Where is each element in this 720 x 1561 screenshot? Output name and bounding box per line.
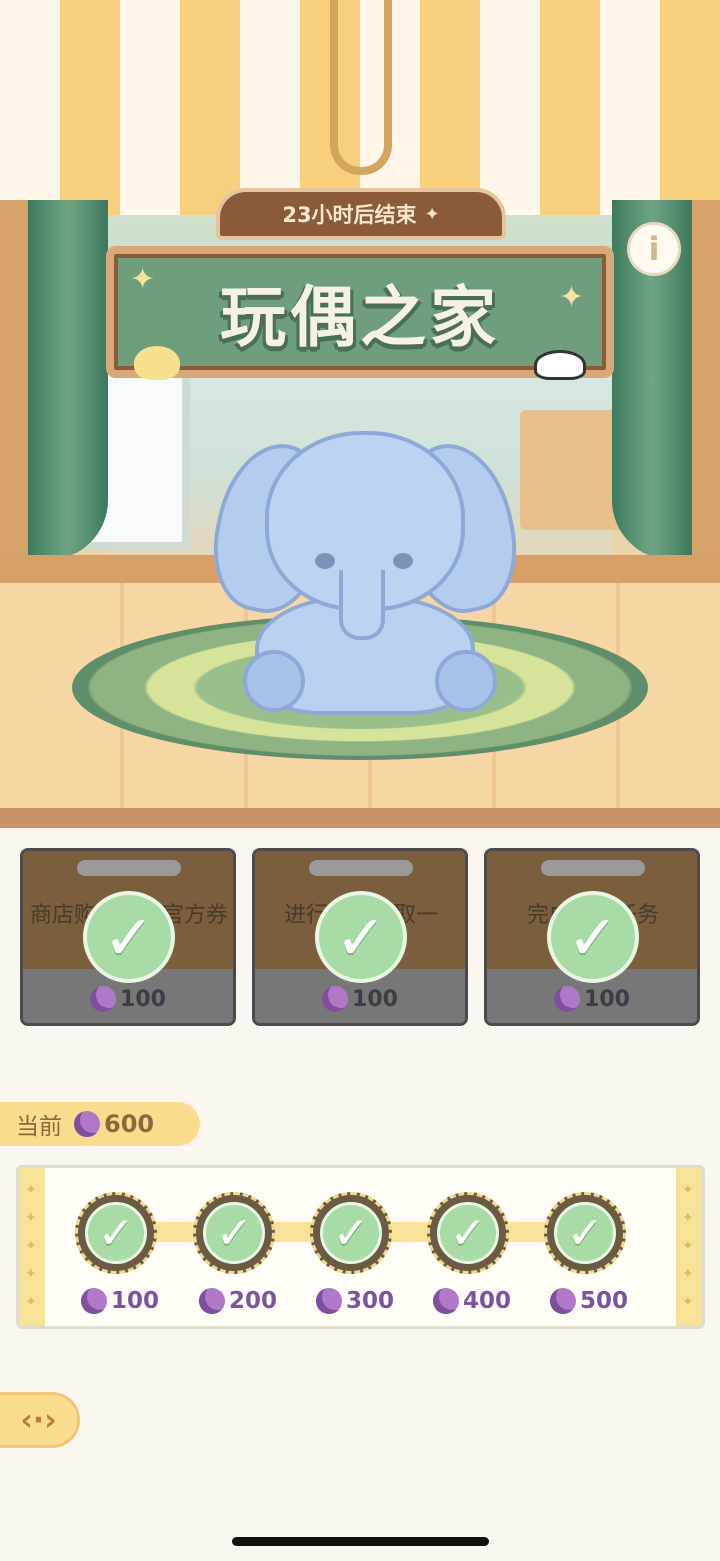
milestone-value: 500 bbox=[579, 1288, 628, 1314]
milestone-reward: 100 bbox=[65, 1288, 175, 1314]
title-board: ✦ ✦ 玩偶之家 bbox=[106, 246, 614, 380]
sparkle-icon: ✦ bbox=[682, 1210, 694, 1226]
moon-currency-icon bbox=[80, 1288, 107, 1314]
sparkle-icon: ✦ bbox=[558, 280, 584, 315]
milestone-badge: ✓ bbox=[427, 1192, 509, 1274]
elephant-foot-right bbox=[435, 650, 497, 712]
check-icon: ✓ bbox=[83, 891, 175, 983]
current-points-bar: 当前 600 bbox=[0, 1102, 200, 1146]
info-icon: i bbox=[648, 230, 660, 268]
milestone-edge-right: ✦ ✦ ✦ ✦ ✦ bbox=[676, 1168, 702, 1326]
check-icon: ✓ bbox=[437, 1202, 499, 1264]
task-card[interactable]: 商店购买高级官方券 100 ✓ bbox=[20, 848, 236, 1026]
moon-currency-icon bbox=[554, 986, 581, 1012]
milestone-badge: ✓ bbox=[193, 1192, 275, 1274]
frame-right bbox=[692, 200, 720, 580]
sparkle-icon: ✦ bbox=[25, 1182, 37, 1198]
sign-rope bbox=[330, 0, 392, 175]
milestone-badge: ✓ bbox=[310, 1192, 392, 1274]
back-arrow-icon: ‹·› bbox=[20, 1402, 57, 1438]
check-icon: ✓ bbox=[85, 1202, 147, 1264]
hero-scene: 23小时后结束 ✦ ✦ ✦ 玩偶之家 i bbox=[0, 0, 720, 828]
back-button[interactable]: ‹·› bbox=[0, 1392, 80, 1448]
task-reward-value: 100 bbox=[120, 986, 166, 1012]
sparkle-icon: ✦ bbox=[130, 262, 156, 297]
current-value: 600 bbox=[104, 1110, 155, 1138]
curtain-left bbox=[28, 200, 108, 560]
milestone-item[interactable]: ✓ 400 bbox=[423, 1188, 513, 1328]
moon-currency-icon bbox=[74, 1111, 100, 1137]
elephant-trunk bbox=[339, 570, 385, 640]
milestone-badge: ✓ bbox=[75, 1192, 157, 1274]
task-card[interactable]: 完成活动任务 100 ✓ bbox=[484, 848, 700, 1026]
event-title: 玩偶之家 bbox=[220, 279, 500, 356]
milestone-item[interactable]: ✓ 200 bbox=[189, 1188, 279, 1328]
milestone-item[interactable]: ✓ 300 bbox=[306, 1188, 396, 1328]
check-icon: ✓ bbox=[547, 891, 639, 983]
task-tab bbox=[309, 860, 413, 876]
elephant-plush[interactable] bbox=[200, 425, 530, 725]
elephant-eye-right bbox=[393, 553, 413, 569]
milestone-badge: ✓ bbox=[544, 1192, 626, 1274]
milestone-value: 200 bbox=[228, 1288, 277, 1314]
timer-text: 23小时后结束 bbox=[282, 203, 417, 227]
elephant-foot-left bbox=[243, 650, 305, 712]
sparkle-icon: ✦ bbox=[682, 1294, 694, 1310]
moon-currency-icon bbox=[315, 1288, 342, 1314]
milestone-reward: 200 bbox=[183, 1288, 293, 1314]
panda-decoration bbox=[534, 350, 586, 380]
title-sign: 23小时后结束 ✦ ✦ ✦ 玩偶之家 bbox=[106, 180, 614, 380]
frame-left bbox=[0, 200, 28, 580]
moon-currency-icon bbox=[432, 1288, 459, 1314]
task-tab bbox=[541, 860, 645, 876]
task-tab bbox=[77, 860, 181, 876]
task-reward-value: 100 bbox=[352, 986, 398, 1012]
milestone-reward: 400 bbox=[417, 1288, 527, 1314]
floor-edge bbox=[0, 808, 720, 828]
milestone-item[interactable]: ✓ 100 bbox=[71, 1188, 161, 1328]
task-card[interactable]: 进行装扮领取一 100 ✓ bbox=[252, 848, 468, 1026]
info-button[interactable]: i bbox=[627, 222, 681, 276]
sparkle-icon: ✦ bbox=[25, 1294, 37, 1310]
milestone-edge-left: ✦ ✦ ✦ ✦ ✦ bbox=[19, 1168, 45, 1326]
milestone-value: 100 bbox=[110, 1288, 159, 1314]
elephant-eye-left bbox=[315, 553, 335, 569]
sparkle-icon: ✦ bbox=[682, 1182, 694, 1198]
timer-plate: 23小时后结束 ✦ bbox=[216, 188, 506, 240]
milestone-reward: 500 bbox=[534, 1288, 644, 1314]
chick-decoration bbox=[134, 346, 180, 380]
check-icon: ✓ bbox=[320, 1202, 382, 1264]
current-label: 当前 bbox=[16, 1114, 62, 1140]
moon-currency-icon bbox=[549, 1288, 576, 1314]
sparkle-icon: ✦ bbox=[682, 1266, 694, 1282]
milestone-value: 400 bbox=[462, 1288, 511, 1314]
milestone-value: 300 bbox=[345, 1288, 394, 1314]
check-icon: ✓ bbox=[554, 1202, 616, 1264]
milestone-item[interactable]: ✓ 500 bbox=[540, 1188, 630, 1328]
task-list: 商店购买高级官方券 100 ✓ 进行装扮领取一 100 ✓ 完成活动任务 100… bbox=[20, 848, 700, 1026]
milestone-reward: 300 bbox=[300, 1288, 410, 1314]
check-icon: ✓ bbox=[315, 891, 407, 983]
check-icon: ✓ bbox=[203, 1202, 265, 1264]
sparkle-icon: ✦ bbox=[682, 1238, 694, 1254]
moon-currency-icon bbox=[198, 1288, 225, 1314]
home-indicator[interactable] bbox=[232, 1537, 489, 1546]
sparkle-icon: ✦ bbox=[25, 1266, 37, 1282]
sparkle-icon: ✦ bbox=[424, 203, 440, 225]
moon-currency-icon bbox=[90, 986, 117, 1012]
milestone-track: ✦ ✦ ✦ ✦ ✦ ✦ ✦ ✦ ✦ ✦ ✓ 100 ✓ 200 ✓ 300 ✓ … bbox=[16, 1165, 705, 1329]
sparkle-icon: ✦ bbox=[25, 1210, 37, 1226]
task-reward-value: 100 bbox=[584, 986, 630, 1012]
sparkle-icon: ✦ bbox=[25, 1238, 37, 1254]
moon-currency-icon bbox=[322, 986, 349, 1012]
